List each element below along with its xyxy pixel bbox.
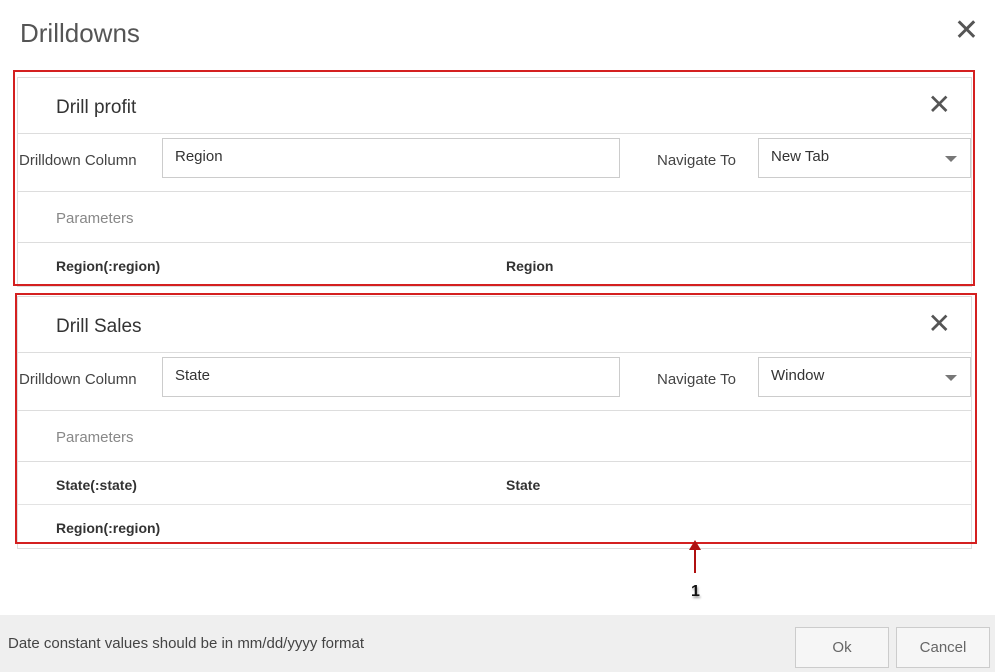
remove-drilldown-icon[interactable]: ✕	[928, 91, 951, 119]
navigate-to-select[interactable]: New Tab	[758, 138, 971, 178]
parameter-value[interactable]: Region	[506, 258, 553, 274]
annotation-marker: 1	[691, 583, 700, 600]
dialog-footer: Date constant values should be in mm/dd/…	[0, 615, 995, 672]
navigate-to-label: Navigate To	[657, 371, 736, 388]
chevron-down-icon	[945, 156, 957, 162]
parameter-row: State(:state) State	[18, 462, 971, 505]
drilldown-column-input[interactable]: State	[162, 357, 620, 397]
drilldown-card: Drill profit ✕ Drilldown Column Region Na…	[17, 77, 972, 287]
parameters-label: Parameters	[56, 210, 134, 227]
parameter-name: State(:state)	[56, 477, 137, 493]
drilldown-column-label: Drilldown Column	[19, 152, 137, 169]
parameter-name: Region(:region)	[56, 258, 161, 274]
cancel-button[interactable]: Cancel	[896, 627, 990, 668]
dialog-title: Drilldowns	[20, 18, 140, 48]
parameters-label: Parameters	[56, 429, 134, 446]
ok-button[interactable]: Ok	[795, 627, 889, 668]
chevron-down-icon	[945, 375, 957, 381]
parameter-name: Region(:region)	[56, 520, 161, 536]
parameter-row: Region(:region)	[18, 505, 971, 548]
drilldown-column-input[interactable]: Region	[162, 138, 620, 178]
remove-drilldown-icon[interactable]: ✕	[928, 310, 951, 338]
navigate-to-select[interactable]: Window	[758, 357, 971, 397]
footer-message: Date constant values should be in mm/dd/…	[8, 635, 365, 652]
annotation-arrow-shaft	[694, 545, 696, 573]
close-dialog-icon[interactable]: ✕	[954, 16, 979, 46]
drilldown-name: Drill Sales	[56, 316, 142, 337]
navigate-to-value: New Tab	[771, 148, 830, 165]
parameter-value[interactable]: State	[506, 477, 540, 493]
drilldown-column-label: Drilldown Column	[19, 371, 137, 388]
navigate-to-label: Navigate To	[657, 152, 736, 169]
drilldown-name: Drill profit	[56, 97, 137, 118]
parameter-row: Region(:region) Region	[18, 243, 971, 286]
drilldown-card: Drill Sales ✕ Drilldown Column State Navi…	[17, 296, 972, 549]
navigate-to-value: Window	[771, 367, 825, 384]
